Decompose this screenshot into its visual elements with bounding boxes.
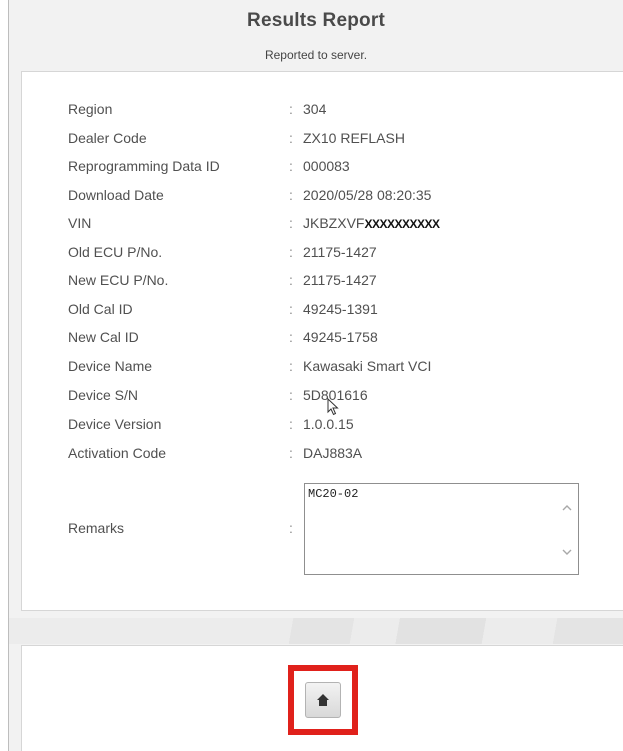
field-label: Device Version [68,416,162,432]
field-label: Reprogramming Data ID [68,158,220,174]
remarks-textarea[interactable]: MC20-02 [304,483,579,575]
field-value: 000083 [303,158,350,174]
field-colon: : [289,445,293,461]
results-panel: Region : 304 Dealer Code : ZX10 REFLASH … [21,71,623,611]
field-colon: : [289,130,293,146]
field-value: 304 [303,101,327,117]
field-label: Remarks [68,520,125,536]
field-value: 49245-1758 [303,329,378,345]
field-label: New ECU P/No. [68,272,169,288]
field-value: Kawasaki Smart VCI [303,358,432,374]
field-colon: : [289,301,293,317]
field-colon: : [289,358,293,374]
field-colon: : [289,158,293,174]
field-value: ZX10 REFLASH [303,130,405,146]
field-label: Region [68,101,113,117]
remarks-text: MC20-02 [308,487,359,501]
vin-redacted: XXXXXXXXXX [364,217,440,231]
field-colon: : [289,272,293,288]
field-value: 49245-1391 [303,301,378,317]
field-label: Old Cal ID [68,301,133,317]
field-label: New Cal ID [68,329,139,345]
field-label: Device S/N [68,387,139,403]
field-colon: : [289,101,293,117]
field-label: Download Date [68,187,164,203]
decorative-band [9,618,623,644]
field-colon: : [289,416,293,432]
vin-prefix: JKBZXVF [303,215,365,231]
field-value: JKBZXVFXXXXXXXXXX [303,213,440,234]
field-value: 2020/05/28 08:20:35 [303,187,432,203]
field-colon: : [289,520,293,536]
field-colon: : [289,387,293,403]
chevron-up-icon[interactable] [561,502,573,514]
field-label: Dealer Code [68,130,147,146]
field-value: 21175-1427 [303,272,377,288]
field-label: VIN [68,215,92,231]
field-colon: : [289,215,293,231]
field-value: 21175-1427 [303,244,377,260]
results-report-window: Results Report Reported to server. Regio… [8,0,623,751]
status-message: Reported to server. [264,48,368,62]
header: Results Report [9,0,623,42]
field-label: Device Name [68,358,153,374]
field-label: Activation Code [68,445,167,461]
field-colon: : [289,329,293,345]
page-title: Results Report [247,10,385,31]
field-colon: : [289,244,293,260]
chevron-down-icon[interactable] [561,546,573,558]
field-label: Old ECU P/No. [68,244,163,260]
home-button[interactable] [305,682,341,718]
mouse-cursor-icon [327,397,339,421]
field-colon: : [289,187,293,203]
field-value: DAJ883A [303,445,363,461]
